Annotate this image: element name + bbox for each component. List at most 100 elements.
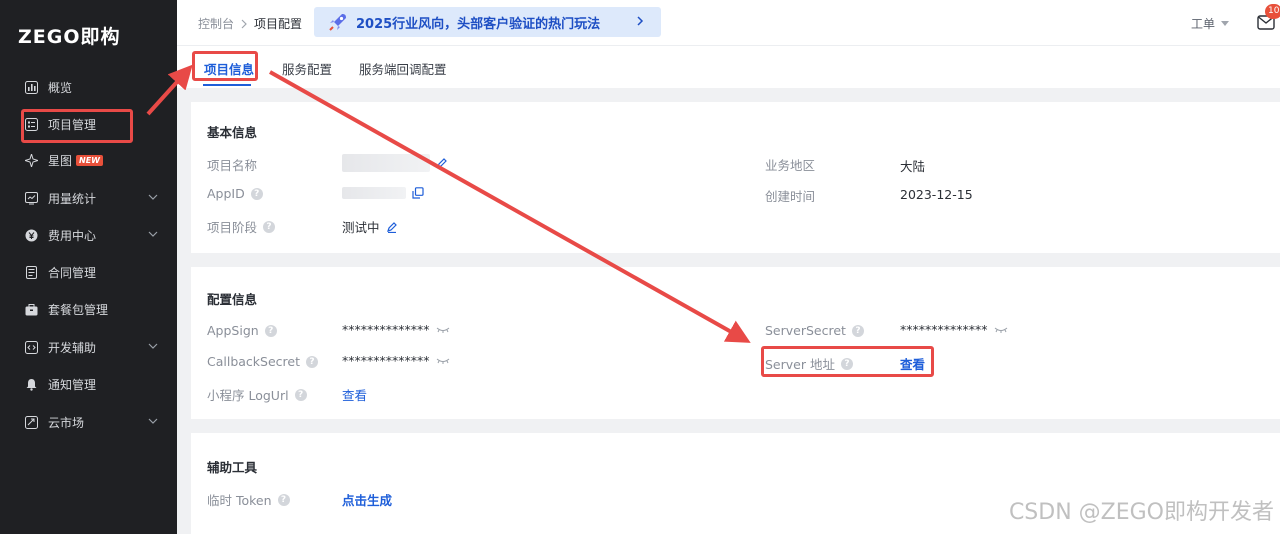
sidebar-item-cloud-market[interactable]: 云市场 — [0, 407, 177, 437]
server-secret-label-text: ServerSecret — [765, 323, 846, 338]
project-name-value — [342, 154, 448, 172]
copy-icon[interactable] — [412, 187, 424, 199]
appsign-label-text: AppSign — [207, 323, 259, 338]
breadcrumb-console[interactable]: 控制台 — [198, 15, 234, 32]
sidebar-item-label: 项目管理 — [48, 117, 97, 132]
zego-logo[interactable]: ZEGO即构 — [18, 22, 121, 49]
created-label: 创建时间 — [765, 189, 816, 204]
logo-text: ZEGO即构 — [18, 26, 121, 48]
chevron-right-icon — [637, 16, 644, 26]
tab-project-info[interactable]: 项目信息 — [204, 59, 254, 78]
tools-title: 辅助工具 — [207, 460, 258, 475]
logurl-view-link[interactable]: 查看 — [342, 385, 367, 404]
temp-token-label-text: 临时 Token — [207, 493, 272, 508]
chevron-down-icon — [148, 418, 158, 424]
chevron-right-icon — [241, 19, 247, 28]
sidebar-item-overview[interactable]: 概览 — [0, 72, 177, 102]
callback-secret-value: ************** — [342, 353, 450, 368]
active-tab-indicator — [203, 84, 251, 86]
chevron-down-icon — [148, 231, 158, 237]
sidebar-item-label: 通知管理 — [48, 377, 97, 392]
ticket-menu[interactable]: 工单 — [1191, 15, 1230, 32]
sidebar-item-label: 合同管理 — [48, 265, 97, 280]
contract-icon — [24, 265, 38, 279]
config-info-card: 配置信息 AppSign? ************** CallbackSec… — [191, 267, 1280, 419]
help-icon[interactable]: ? — [840, 357, 853, 370]
generate-token-link[interactable]: 点击生成 — [342, 490, 392, 509]
sidebar-item-notifications[interactable]: 通知管理 — [0, 369, 177, 399]
appsign-masked: ************** — [342, 322, 430, 337]
sidebar-item-label: 开发辅助 — [48, 340, 97, 355]
server-address-label-text: Server 地址 — [765, 357, 835, 372]
sidebar-item-label: 费用中心 — [48, 228, 97, 243]
appid-label: AppID? — [207, 186, 263, 201]
callback-secret-label-text: CallbackSecret — [207, 354, 300, 369]
callback-secret-label: CallbackSecret? — [207, 354, 318, 369]
help-icon[interactable]: ? — [851, 324, 864, 337]
help-icon[interactable]: ? — [294, 388, 307, 401]
region-label: 业务地区 — [765, 158, 816, 173]
sidebar: ZEGO即构 概览 项目管理 星图 NEW 用量统计 费用中心 合同管理 套餐包… — [0, 0, 177, 534]
market-icon — [24, 415, 38, 429]
appid-label-text: AppID — [207, 186, 245, 201]
sidebar-item-label: 用量统计 — [48, 191, 97, 206]
sidebar-item-usage[interactable]: 用量统计 — [0, 183, 177, 213]
appsign-value: ************** — [342, 322, 450, 337]
stage-label: 项目阶段? — [207, 217, 276, 236]
banner-text: 2025行业风向，头部客户验证的热门玩法 — [356, 16, 601, 32]
server-address-view-link[interactable]: 查看 — [900, 354, 925, 373]
eye-closed-icon[interactable] — [994, 326, 1008, 334]
stage-label-text: 项目阶段 — [207, 220, 258, 235]
sidebar-item-dev-assist[interactable]: 开发辅助 — [0, 332, 177, 362]
eye-closed-icon[interactable] — [436, 357, 450, 365]
star-icon — [24, 153, 38, 167]
sidebar-item-label: 概览 — [48, 80, 73, 95]
sidebar-item-package[interactable]: 套餐包管理 — [0, 294, 177, 324]
sidebar-item-star-map[interactable]: 星图 NEW — [0, 145, 177, 175]
appsign-label: AppSign? — [207, 323, 277, 338]
server-secret-masked: ************** — [900, 322, 988, 337]
basic-info-title: 基本信息 — [207, 125, 258, 140]
blurred-appid — [342, 187, 406, 199]
mail-count-badge: 10 — [1265, 4, 1280, 19]
help-icon[interactable]: ? — [306, 355, 318, 368]
logurl-label: 小程序 LogUrl? — [207, 385, 307, 404]
basic-info-card: 基本信息 项目名称 AppID? 项目阶段? 测试中 业务地区 大陆 创建时间 … — [191, 102, 1280, 253]
help-icon[interactable]: ? — [250, 187, 263, 200]
project-name-label-text: 项目名称 — [207, 158, 258, 173]
edit-icon[interactable] — [436, 157, 448, 169]
rocket-icon — [329, 14, 346, 31]
sidebar-item-label: 云市场 — [48, 415, 85, 430]
callback-secret-masked: ************** — [342, 353, 430, 368]
promo-banner[interactable]: 2025行业风向，头部客户验证的热门玩法 — [314, 7, 661, 37]
sidebar-item-label: 套餐包管理 — [48, 302, 109, 317]
temp-token-label: 临时 Token? — [207, 490, 290, 509]
new-badge: NEW — [76, 154, 103, 166]
help-icon[interactable]: ? — [263, 220, 276, 233]
watermark: CSDN @ZEGO即构开发者 — [1008, 500, 1274, 525]
tab-service-config[interactable]: 服务配置 — [282, 59, 332, 78]
ticket-label: 工单 — [1191, 17, 1216, 31]
tab-bar: 项目信息 服务配置 服务端回调配置 — [177, 46, 1280, 88]
sidebar-item-project-management[interactable]: 项目管理 — [0, 109, 177, 139]
project-name-label: 项目名称 — [207, 155, 257, 174]
tab-callback-config[interactable]: 服务端回调配置 — [359, 59, 447, 78]
sidebar-item-label: 星图 — [48, 153, 73, 168]
stage-value-text: 测试中 — [342, 220, 380, 235]
help-icon[interactable]: ? — [277, 493, 290, 506]
yen-icon — [24, 228, 38, 242]
server-secret-value: ************** — [900, 322, 1008, 337]
sidebar-item-contract[interactable]: 合同管理 — [0, 257, 177, 287]
chart-icon — [24, 80, 38, 94]
sidebar-item-billing[interactable]: 费用中心 — [0, 220, 177, 250]
created-value: 2023-12-15 — [900, 187, 973, 202]
edit-icon[interactable] — [386, 221, 398, 233]
eye-closed-icon[interactable] — [436, 326, 450, 334]
bell-icon — [24, 377, 38, 391]
chevron-down-icon — [148, 194, 158, 200]
blurred-project-name — [342, 154, 430, 172]
logurl-label-text: 小程序 LogUrl — [207, 388, 289, 403]
server-address-label: Server 地址? — [765, 354, 853, 373]
caret-down-icon — [1221, 20, 1230, 26]
help-icon[interactable]: ? — [264, 324, 277, 337]
